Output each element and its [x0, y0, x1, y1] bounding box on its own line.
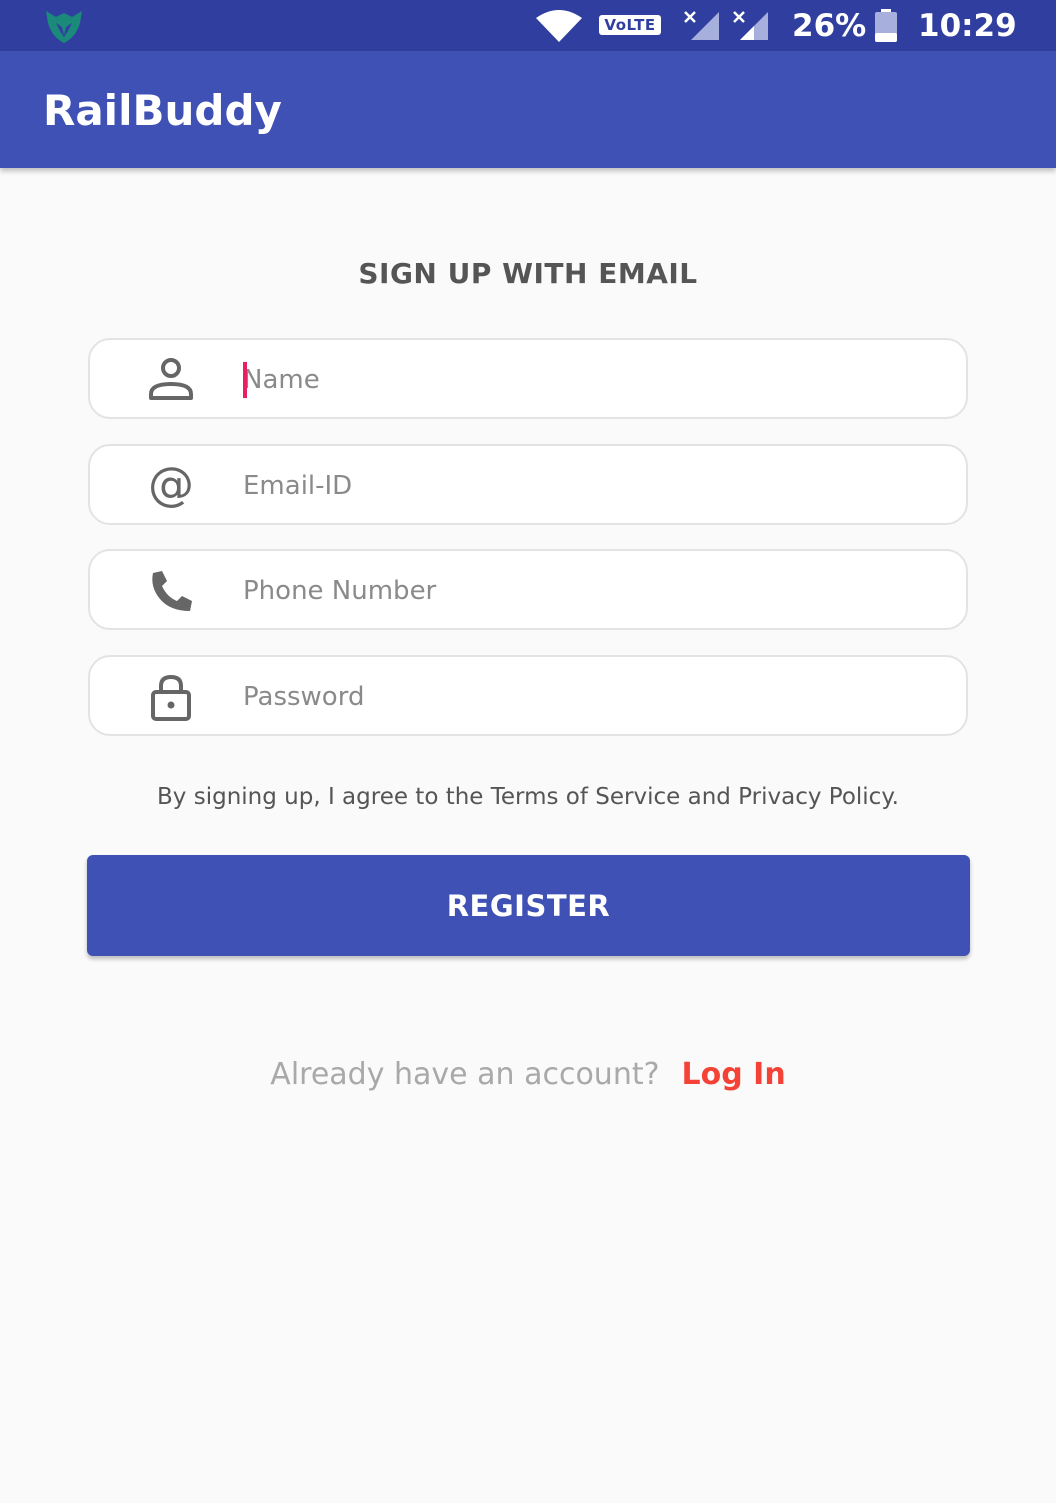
fox-shield-icon [46, 11, 82, 43]
at-sign-icon: @ [148, 462, 194, 510]
phone-icon [152, 571, 192, 611]
page-title: SIGN UP WITH EMAIL [358, 257, 698, 290]
clock: 10:29 [918, 8, 1017, 44]
terms-text: By signing up, I agree to the Terms of S… [157, 784, 899, 810]
status-bar: VoLTE 26% 10:29 [0, 0, 1056, 51]
password-input[interactable] [243, 671, 933, 723]
login-link[interactable]: Log In [682, 1057, 786, 1092]
login-prompt: Already have an account? Log In [0, 1052, 1056, 1098]
phone-field[interactable] [88, 549, 968, 630]
battery-percent: 26% [792, 8, 867, 44]
login-question: Already have an account? [270, 1057, 660, 1092]
signal-no-data-icon [733, 11, 768, 40]
register-button[interactable]: REGISTER [87, 855, 970, 956]
svg-text:@: @ [148, 462, 194, 510]
name-input[interactable] [243, 354, 933, 406]
lock-icon [151, 674, 191, 721]
phone-input[interactable] [243, 565, 933, 617]
wifi-icon [536, 10, 582, 42]
person-icon [149, 358, 193, 400]
volte-badge: VoLTE [599, 15, 661, 35]
signal-no-data-icon [684, 11, 719, 40]
battery-icon [875, 9, 897, 42]
email-field[interactable]: @ [88, 444, 968, 525]
app-title: RailBuddy [43, 86, 282, 135]
app-bar: RailBuddy [0, 51, 1056, 168]
password-field[interactable] [88, 655, 968, 736]
text-cursor [243, 362, 247, 398]
email-input[interactable] [243, 460, 933, 512]
name-field[interactable] [88, 338, 968, 419]
